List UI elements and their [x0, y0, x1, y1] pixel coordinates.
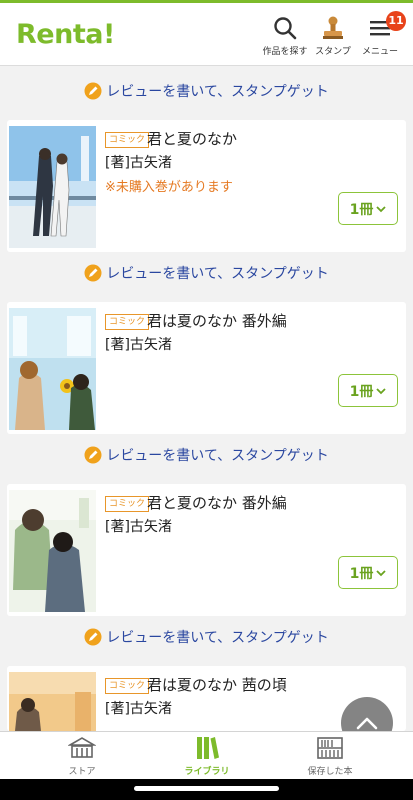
library-item[interactable]: コミック 君と夏のなか 番外編 [著]古矢渚 1冊 [7, 484, 406, 616]
library-item[interactable]: コミック 君と夏のなか [著]古矢渚 ※未購入巻があります 1冊 [7, 120, 406, 252]
bookshelf-icon [317, 737, 343, 759]
home-indicator-bar [0, 779, 413, 800]
review-text: レビューを書いて、スタンプゲット [106, 266, 329, 282]
menu-button[interactable]: 11 メニュー [352, 11, 408, 61]
library-item[interactable]: コミック 君は夏のなか 番外編 [著]古矢渚 1冊 [7, 302, 406, 434]
logo-text: Renta! [16, 19, 115, 50]
book-title[interactable]: 君と夏のなか [147, 128, 237, 149]
chevron-down-icon [376, 387, 387, 394]
tab-saved-label: 保存した本 [307, 767, 353, 777]
tab-saved[interactable]: 保存した本 [270, 736, 390, 778]
tab-store[interactable]: ストア [22, 736, 142, 778]
review-text: レビューを書いて、スタンプゲット [106, 84, 329, 100]
comic-tag: コミック [105, 132, 150, 148]
volume-select-button[interactable]: 1冊 [338, 192, 398, 225]
volume-count: 1冊 [349, 201, 374, 218]
volume-count: 1冊 [349, 383, 374, 400]
pencil-icon [84, 446, 102, 464]
volume-select-button[interactable]: 1冊 [338, 556, 398, 589]
pencil-icon [84, 82, 102, 100]
volume-select-button[interactable]: 1冊 [338, 374, 398, 407]
review-text: レビューを書いて、スタンプゲット [106, 630, 329, 646]
book-title[interactable]: 君は夏のなか 茜の頃 [147, 674, 287, 695]
book-cover[interactable] [9, 126, 96, 248]
book-author[interactable]: [著]古矢渚 [105, 152, 172, 172]
stamp-icon [323, 16, 343, 39]
comic-tag: コミック [105, 314, 150, 330]
review-text: レビューを書いて、スタンプゲット [106, 448, 329, 464]
bottom-tab-bar: ストア ライブラリ 保存した本 [0, 731, 413, 779]
chevron-down-icon [376, 569, 387, 576]
comic-tag: コミック [105, 496, 150, 512]
store-icon [68, 737, 96, 758]
tab-library-label: ライブラリ [184, 767, 230, 777]
review-link[interactable]: レビューを書いて、スタンプゲット [0, 81, 413, 111]
menu-label: メニュー [361, 47, 398, 57]
home-indicator[interactable] [134, 786, 279, 791]
book-cover[interactable] [9, 672, 96, 731]
comic-tag: コミック [105, 678, 150, 694]
book-author[interactable]: [著]古矢渚 [105, 698, 172, 718]
menu-badge: 11 [386, 11, 406, 31]
app-header: Renta! 作品を探す スタンプ 11 メニュー [0, 0, 413, 66]
book-author[interactable]: [著]古矢渚 [105, 516, 172, 536]
pencil-icon [84, 264, 102, 282]
review-link[interactable]: レビューを書いて、スタンプゲット [0, 263, 413, 293]
pencil-icon [84, 628, 102, 646]
unpurchased-notice: ※未購入巻があります [105, 180, 233, 195]
tab-library[interactable]: ライブラリ [147, 736, 267, 778]
book-cover[interactable] [9, 308, 96, 430]
review-link[interactable]: レビューを書いて、スタンプゲット [0, 445, 413, 475]
book-cover[interactable] [9, 490, 96, 612]
search-icon [274, 17, 297, 40]
tab-store-label: ストア [68, 767, 96, 777]
volume-count: 1冊 [349, 565, 374, 582]
book-title[interactable]: 君は夏のなか 番外編 [147, 310, 287, 331]
chevron-down-icon [376, 205, 387, 212]
review-link[interactable]: レビューを書いて、スタンプゲット [0, 627, 413, 657]
book-author[interactable]: [著]古矢渚 [105, 334, 172, 354]
chevron-up-icon [356, 717, 378, 730]
library-icon [197, 737, 219, 759]
renta-logo[interactable]: Renta! [16, 19, 115, 50]
book-title[interactable]: 君と夏のなか 番外編 [147, 492, 287, 513]
